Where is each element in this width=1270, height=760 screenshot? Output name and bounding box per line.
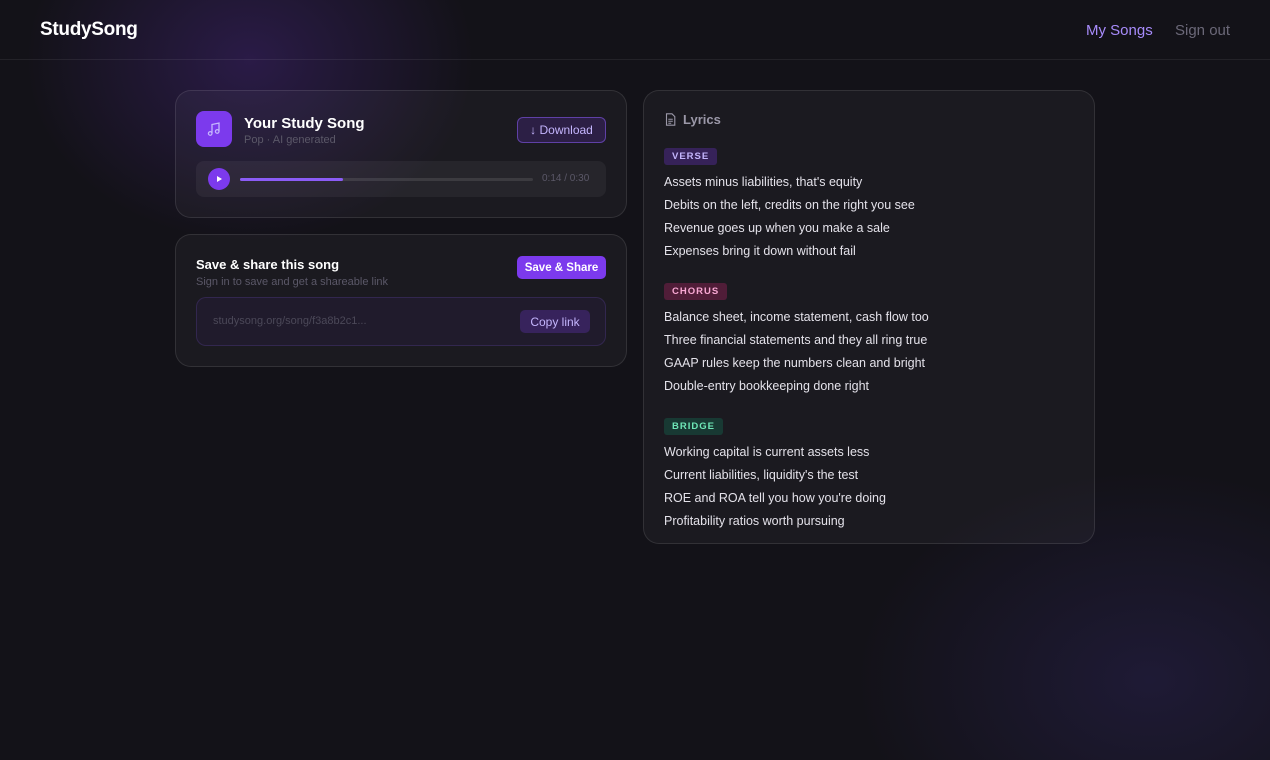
music-note-glyph — [207, 122, 220, 136]
nav-my-songs[interactable]: My Songs — [1086, 22, 1153, 39]
progress-fill — [240, 178, 343, 181]
lyrics-section: CHORUS Balance sheet, income statement, c… — [664, 281, 1074, 398]
lyric-line: Assets minus liabilities, that's equity — [664, 175, 863, 189]
lyrics-section: BRIDGE Working capital is current assets … — [664, 416, 1074, 533]
play-button[interactable] — [208, 168, 230, 190]
share-link-field[interactable]: studysong.org/song/f3a8b2c1... — [213, 315, 367, 327]
player-card: Your Study Song Pop · AI generated ↓ Dow… — [175, 90, 627, 218]
download-button[interactable]: ↓ Download — [517, 117, 606, 143]
lyric-line: Expenses bring it down without fail — [664, 244, 856, 258]
progress-bar[interactable] — [240, 178, 533, 181]
nav-sign-out[interactable]: Sign out — [1175, 22, 1230, 39]
song-meta: Pop · AI generated — [244, 134, 336, 146]
section-tag: CHORUS — [664, 283, 728, 300]
share-title: Save & share this song — [196, 257, 340, 272]
lyric-line: Current liabilities, liquidity's the tes… — [664, 468, 859, 482]
lyrics-card: Lyrics VERSE Assets minus liabilities, th… — [643, 90, 1095, 544]
lyric-line: ROE and ROA tell you how you're doing — [664, 491, 886, 505]
brand-logo[interactable]: StudySong — [40, 19, 138, 41]
lyric-line: Working capital is current assets less — [664, 445, 870, 459]
share-subtitle: Sign in to save and get a shareable link — [196, 276, 389, 288]
share-link-box: studysong.org/song/f3a8b2c1... Copy link — [196, 297, 606, 346]
save-share-button[interactable]: Save & Share — [517, 256, 606, 279]
lyric-line: GAAP rules keep the numbers clean and br… — [664, 356, 926, 370]
lyrics-header: Lyrics — [665, 112, 721, 127]
copy-link-button[interactable]: Copy link — [520, 310, 590, 333]
lyrics-body: VERSE Assets minus liabilities, that's eq… — [664, 146, 1074, 551]
share-card: Save & share this song Sign in to save a… — [175, 234, 627, 367]
song-title: Your Study Song — [244, 115, 365, 132]
lyric-line: Profitability ratios worth pursuing — [664, 514, 845, 528]
time-label: 0:14 / 0:30 — [542, 173, 590, 184]
lyrics-section: VERSE Assets minus liabilities, that's eq… — [664, 146, 1074, 263]
lyric-line: Balance sheet, income statement, cash fl… — [664, 310, 929, 324]
section-tag: VERSE — [664, 148, 718, 165]
section-tag: BRIDGE — [664, 418, 723, 435]
lyric-line: Revenue goes up when you make a sale — [664, 221, 890, 235]
lyric-line: Three financial statements and they all … — [664, 333, 928, 347]
top-bar: StudySong My Songs Sign out — [0, 0, 1270, 60]
play-icon — [217, 176, 222, 182]
lyric-line: Debits on the left, credits on the right… — [664, 198, 915, 212]
audio-player: 0:14 / 0:30 — [196, 161, 606, 197]
lyric-line: Double-entry bookkeeping done right — [664, 379, 869, 393]
lyrics-heading: Lyrics — [683, 112, 721, 127]
document-icon — [665, 113, 676, 126]
music-note-icon — [196, 111, 232, 147]
